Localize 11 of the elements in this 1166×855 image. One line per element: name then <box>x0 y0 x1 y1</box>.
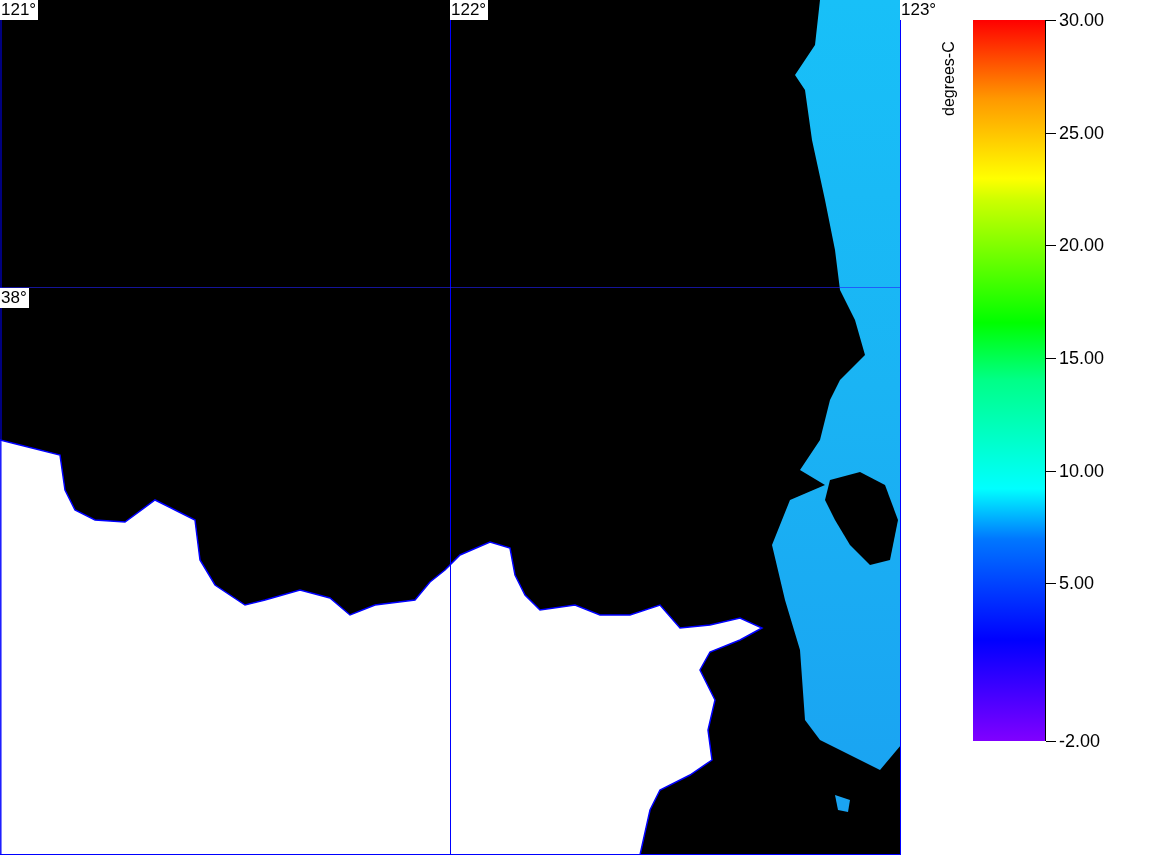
longitude-label: 122° <box>450 0 489 20</box>
tick-label: 25.00 <box>1059 122 1105 143</box>
tick-label: -2.00 <box>1059 731 1101 751</box>
tick-label: 20.00 <box>1059 235 1105 256</box>
unit-label: degrees-C <box>939 41 958 116</box>
tick-label: 30.00 <box>1059 10 1105 30</box>
tick-label: 15.00 <box>1059 347 1105 368</box>
tick-label: 10.00 <box>1059 460 1105 481</box>
tick-label: 5.00 <box>1059 573 1095 594</box>
latitude-label: 38° <box>0 288 29 308</box>
longitude-label: 121° <box>0 0 39 20</box>
